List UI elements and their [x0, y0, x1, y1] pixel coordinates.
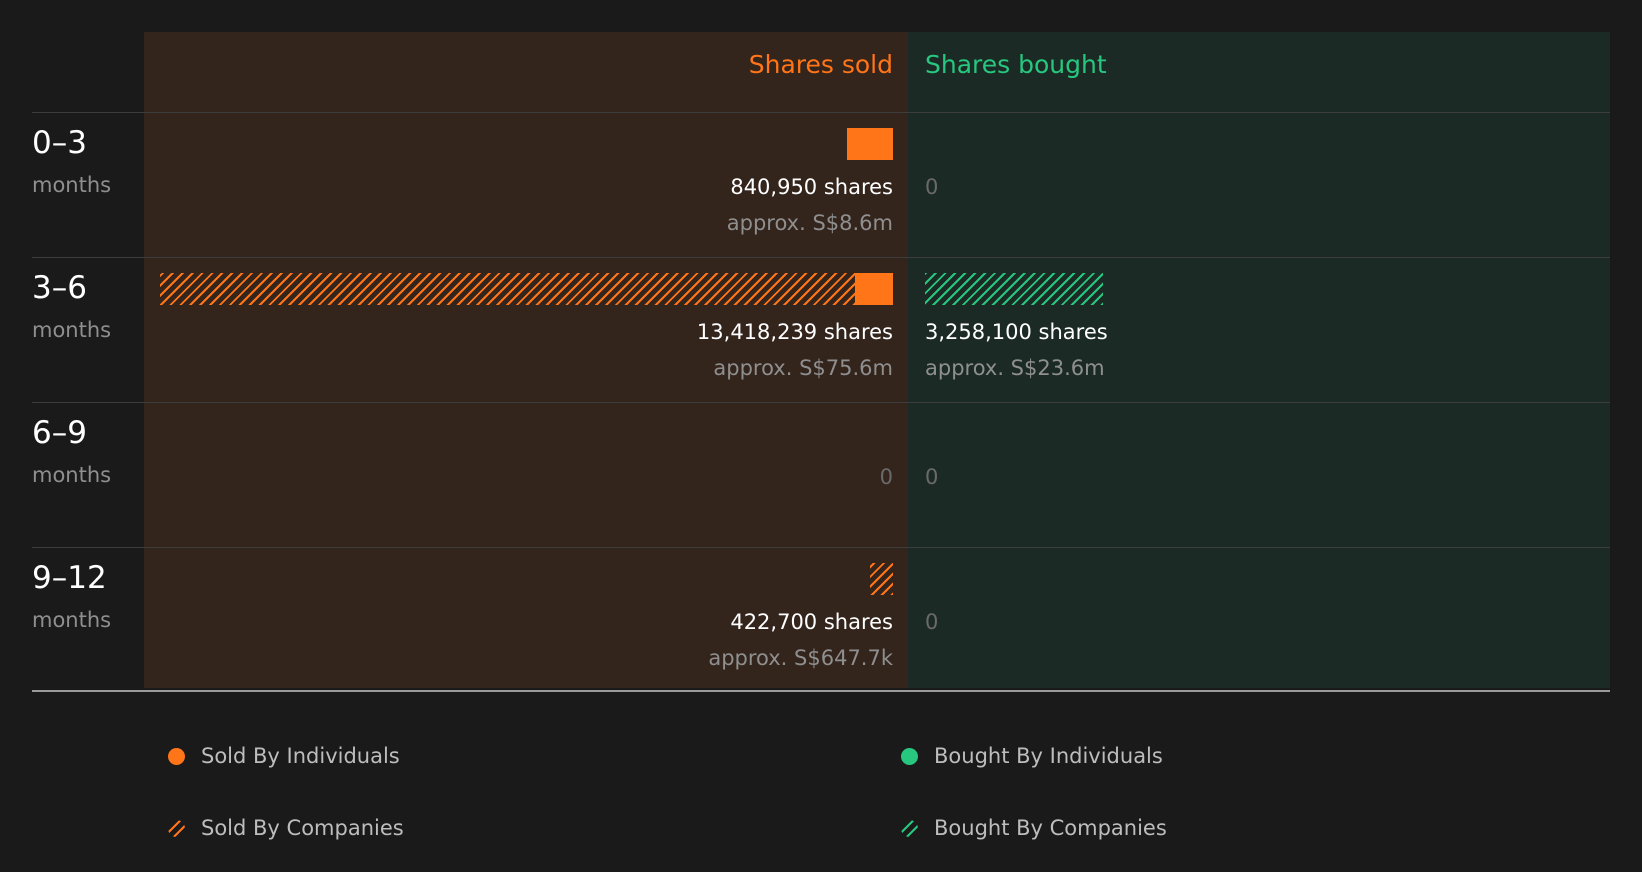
row-divider [32, 257, 1610, 258]
legend-label: Bought By Companies [934, 816, 1167, 840]
solid-dot-icon [901, 747, 918, 765]
sold-column-header: Shares sold [748, 50, 893, 79]
row-divider [32, 690, 1610, 692]
sold-approx-value: approx. S$75.6m [713, 356, 893, 380]
period-unit-label: months [32, 463, 112, 487]
bought-shares-value: 3,258,100 shares [925, 320, 1108, 344]
period-unit-label: months [32, 608, 112, 632]
sold-shares-value: 13,418,239 shares [696, 320, 893, 344]
legend-label: Sold By Companies [201, 816, 404, 840]
period-label: 3–6 [32, 270, 87, 306]
period-label: 9–12 [32, 560, 107, 596]
bought-zero-value: 0 [925, 175, 939, 199]
row-divider [32, 547, 1610, 548]
legend-sold-by-companies: Sold By Companies [168, 813, 404, 843]
hatched-dot-icon [168, 819, 185, 837]
sold-companies-bar [160, 273, 855, 305]
row-divider [32, 402, 1610, 403]
bought-companies-bar [925, 273, 1103, 305]
sold-zero-value: 0 [879, 465, 893, 489]
legend-label: Sold By Individuals [201, 744, 400, 768]
bought-zero-value: 0 [925, 610, 939, 634]
insider-trading-chart: Shares sold Shares bought 0–3 months 840,9… [0, 0, 1642, 872]
sold-shares-value: 840,950 shares [730, 175, 893, 199]
period-unit-label: months [32, 318, 112, 342]
legend-label: Bought By Individuals [934, 744, 1163, 768]
sold-individuals-bar [854, 273, 893, 305]
legend-bought-by-companies: Bought By Companies [901, 813, 1167, 843]
sold-shares-value: 422,700 shares [730, 610, 893, 634]
bought-column-header: Shares bought [925, 50, 1107, 79]
hatched-dot-icon [901, 819, 918, 837]
period-unit-label: months [32, 173, 112, 197]
period-label: 6–9 [32, 415, 87, 451]
legend-sold-by-individuals: Sold By Individuals [168, 741, 400, 771]
sold-approx-value: approx. S$8.6m [726, 211, 893, 235]
sold-companies-bar [869, 563, 893, 595]
solid-dot-icon [168, 747, 185, 765]
bought-zero-value: 0 [925, 465, 939, 489]
bought-approx-value: approx. S$23.6m [925, 356, 1105, 380]
legend-bought-by-individuals: Bought By Individuals [901, 741, 1163, 771]
sold-approx-value: approx. S$647.7k [708, 646, 893, 670]
row-divider [32, 112, 1610, 113]
sold-individuals-bar [847, 128, 893, 160]
period-label: 0–3 [32, 125, 87, 161]
